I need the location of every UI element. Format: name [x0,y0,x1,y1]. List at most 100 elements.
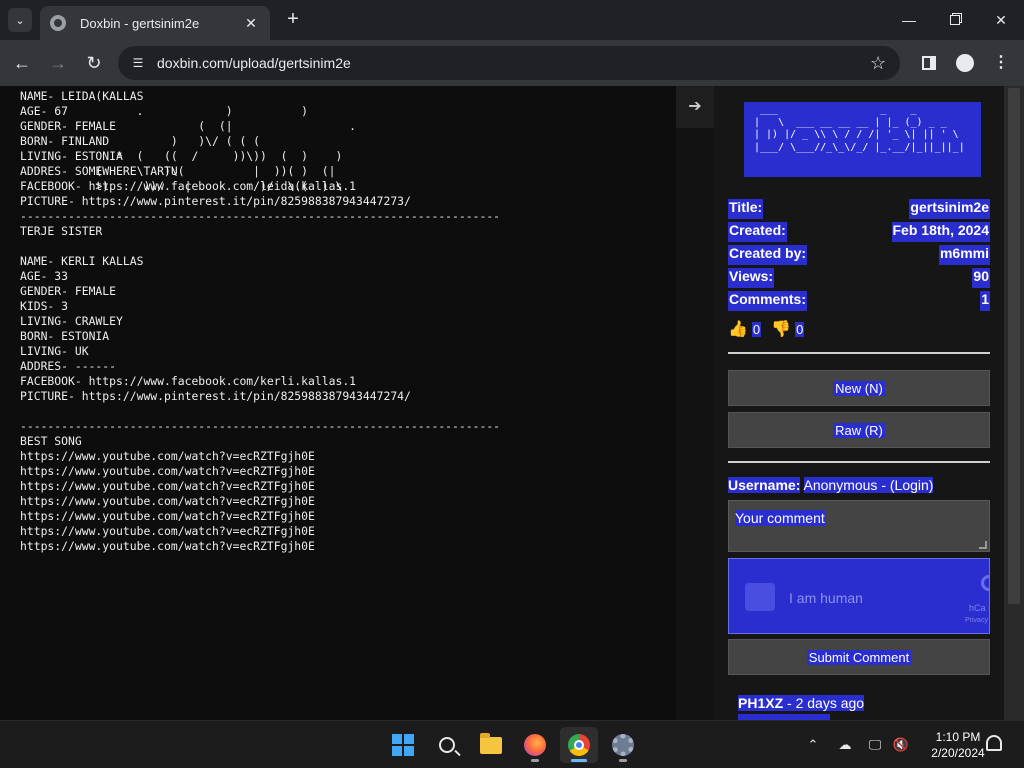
paste-line: FACEBOOK- https://www.facebook.com/kerli… [20,374,357,388]
tray-chevron-up-icon[interactable]: ⌃ [804,733,822,757]
raw-button[interactable]: Raw (R) [728,412,990,448]
forward-arrow-icon[interactable]: → [46,51,70,75]
meta-label: Created by: [728,245,808,265]
comment-time: - 2 days ago [783,695,865,711]
paste-line: ----------------------------------------… [20,419,501,433]
window-close-button[interactable]: ✕ [978,0,1024,40]
hcaptcha-widget: I am human hCa Privacy [728,558,990,634]
meta-created-by-row: Created by: m6mmi [728,245,990,265]
active-indicator [571,759,587,762]
notification-bell-icon[interactable] [986,735,1002,751]
paste-line: GENDER- FEMALE [20,284,117,298]
captcha-brand: hCa [969,603,986,613]
collapse-sidebar-arrow-icon[interactable]: ➔ [676,86,714,128]
paste-line: BEST SONG [20,434,82,448]
profile-avatar-icon[interactable] [954,52,976,74]
firefox-icon [524,734,546,756]
button-label: Submit Comment [806,649,912,665]
window-restore-button[interactable] [932,0,978,40]
url-text[interactable]: doxbin.com/upload/gertsinim2e [157,55,351,71]
paste-line: ----------------------------------------… [20,209,501,223]
paste-line: AGE- 33 [20,269,69,283]
meta-value: 1 [980,291,990,311]
divider [728,352,990,354]
comment-textarea[interactable]: Your comment [728,500,990,552]
start-button[interactable] [384,727,422,763]
paste-line: https://www.youtube.com/watch?v=ecRZTFgj… [20,464,315,478]
paste-line: KIDS- 3 [20,299,69,313]
new-tab-plus-icon[interactable]: + [282,8,304,30]
paste-line: NAME- KERLI KALLAS [20,254,144,268]
dislikes-count: 0 [795,321,805,337]
button-label: New (N) [833,380,885,396]
paste-line: PICTURE- https://www.pinterest.it/pin/82… [20,389,411,403]
chrome-button[interactable] [560,727,598,763]
running-indicator [619,759,627,762]
divider [728,461,990,463]
volume-muted-icon[interactable]: 🔇 [892,733,910,757]
search-icon [439,737,455,753]
meta-value: Feb 18th, 2024 [891,222,990,242]
meta-value[interactable]: m6mmi [938,245,990,265]
chrome-icon [568,734,590,756]
paste-content: NAME- LEIDA KALLAS AGE- 67 GENDER- FEMAL… [0,86,676,720]
side-panel-icon[interactable] [918,52,940,74]
username-line: Username: Anonymous - (Login) [728,477,934,493]
meta-views-row: Views: 90 [728,268,990,288]
reload-icon[interactable]: ↻ [82,51,106,75]
meta-comments-row: Comments: 1 [728,291,990,311]
address-bar[interactable]: ☰ doxbin.com/upload/gertsinim2e ☆ [118,46,900,80]
taskbar-search-button[interactable] [428,727,466,763]
resize-grip-icon[interactable] [979,541,987,549]
captcha-checkbox[interactable] [745,583,775,611]
likes-count: 0 [751,321,762,337]
paste-sidebar: ___ _ _ | \ ___ __ __ __ | |_ (_) _ _ | … [714,86,1004,720]
paste-line: LIVING- UK [20,344,89,358]
username-login-link[interactable]: Anonymous - (Login) [803,477,934,493]
thumbs-up-icon[interactable]: 👍 [728,319,748,339]
gear-icon [612,734,634,756]
settings-button[interactable] [604,727,642,763]
running-indicator [531,759,539,762]
back-arrow-icon[interactable]: ← [10,51,34,75]
submit-comment-button[interactable]: Submit Comment [728,639,990,675]
paste-line: ADDRES- ------ [20,359,117,373]
file-explorer-button[interactable] [472,727,510,763]
doxbin-logo[interactable]: ___ _ _ | \ ___ __ __ __ | |_ (_) _ _ | … [744,102,981,177]
paste-line: https://www.youtube.com/watch?v=ecRZTFgj… [20,509,315,523]
meta-value: 90 [972,268,990,288]
captcha-privacy-link[interactable]: Privacy [965,617,988,624]
windows-logo-icon [392,734,414,756]
page-scrollbar[interactable] [1004,86,1024,720]
paste-line: TERJE SISTER [20,224,103,238]
comment-author[interactable]: PH1XZ [738,695,784,711]
paste-line: https://www.youtube.com/watch?v=ecRZTFgj… [20,494,315,508]
browser-menu-kebab-icon[interactable]: ⋮ [990,52,1012,74]
page-viewport: NAME- LEIDA KALLAS AGE- 67 GENDER- FEMAL… [0,86,1024,720]
logo-ascii-art: ___ _ _ | \ ___ __ __ __ | |_ (_) _ _ | … [754,104,965,153]
paste-line: LIVING- CRAWLEY [20,314,123,328]
comment-header: PH1XZ - 2 days ago [738,695,865,711]
folder-icon [480,732,502,754]
button-label: Raw (R) [833,422,885,438]
scrollbar-thumb[interactable] [1008,88,1020,604]
site-info-icon[interactable]: ☰ [130,55,146,71]
meta-label: Comments: [728,291,808,311]
bookmark-star-icon[interactable]: ☆ [870,52,886,74]
new-paste-button[interactable]: New (N) [728,370,990,406]
meta-label: Views: [728,268,775,288]
window-minimize-button[interactable]: — [886,0,932,40]
tab-title: Doxbin - gertsinim2e [80,15,200,31]
browser-tab[interactable]: Doxbin - gertsinim2e ✕ [40,6,270,40]
paste-line: https://www.youtube.com/watch?v=ecRZTFgj… [20,524,315,538]
meta-value: gertsinim2e [909,199,990,219]
tab-close-icon[interactable]: ✕ [242,15,260,32]
thumbs-down-icon[interactable]: 👎 [771,319,791,339]
onedrive-cloud-icon[interactable]: ☁ [836,733,854,757]
tab-search-chevron-icon[interactable]: ⌄ [8,8,32,32]
tab-strip: ⌄ Doxbin - gertsinim2e ✕ + — ✕ [0,0,1024,40]
paste-ascii-art: ( . ) ) ( (| . ) )\/ ( ( ( * ( (( / ))\)… [95,89,357,193]
firefox-button[interactable] [516,727,554,763]
network-icon[interactable]: 🖵 [866,733,884,757]
paste-line: PICTURE- https://www.pinterest.it/pin/82… [20,194,411,208]
